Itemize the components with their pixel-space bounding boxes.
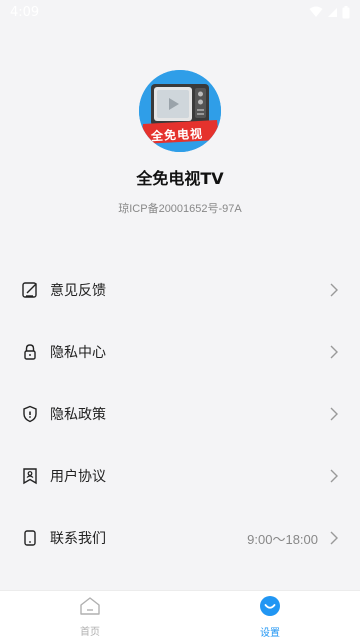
app-logo: 全免电视 (139, 70, 221, 152)
menu-label: 意见反馈 (50, 283, 106, 299)
status-bar: 4:09 (0, 0, 360, 24)
tab-home[interactable]: 首页 (0, 591, 180, 640)
battery-icon (342, 5, 350, 19)
logo-text: 全免电视 (150, 126, 204, 144)
tab-settings[interactable]: 设置 (180, 591, 360, 640)
app-header: 全免电视 全免电视TV 琼ICP备20001652号-97A (0, 70, 360, 216)
status-time: 4:09 (10, 4, 40, 20)
app-name: 全免电视TV (136, 169, 224, 188)
menu-label: 用户协议 (50, 469, 106, 485)
bottom-tab-bar: 首页 设置 (0, 590, 360, 640)
tab-label: 设置 (260, 627, 280, 639)
menu-item-privacy-policy[interactable]: 隐私政策 (0, 383, 360, 445)
menu-label: 联系我们 (50, 531, 106, 547)
phone-icon (20, 528, 40, 548)
menu-item-privacy-center[interactable]: 隐私中心 (0, 321, 360, 383)
menu-item-contact-us[interactable]: 联系我们 9:00～18:00 (0, 507, 360, 569)
signal-icon (327, 7, 338, 18)
shield-icon (20, 404, 40, 424)
chevron-right-icon (330, 283, 340, 297)
tab-label: 首页 (80, 626, 100, 638)
menu-item-user-agreement[interactable]: 用户协议 (0, 445, 360, 507)
chevron-right-icon (330, 345, 340, 359)
chevron-right-icon (330, 407, 340, 421)
smile-icon (259, 595, 281, 621)
menu-label: 隐私中心 (50, 345, 106, 361)
bookmark-user-icon (20, 466, 40, 486)
wifi-icon (309, 6, 323, 18)
settings-menu: 意见反馈 隐私中心 隐私政策 用户协议 联系我们 9:00～18:00 (0, 259, 360, 569)
chevron-right-icon (330, 469, 340, 483)
icp-number: 琼ICP备20001652号-97A (118, 203, 242, 215)
status-icons (309, 5, 350, 19)
chevron-right-icon (330, 531, 340, 545)
menu-label: 隐私政策 (50, 407, 106, 423)
home-icon (79, 596, 101, 620)
contact-hours: 9:00～18:00 (247, 531, 318, 547)
feedback-icon (20, 280, 40, 300)
menu-item-feedback[interactable]: 意见反馈 (0, 259, 360, 321)
lock-icon (20, 342, 40, 362)
